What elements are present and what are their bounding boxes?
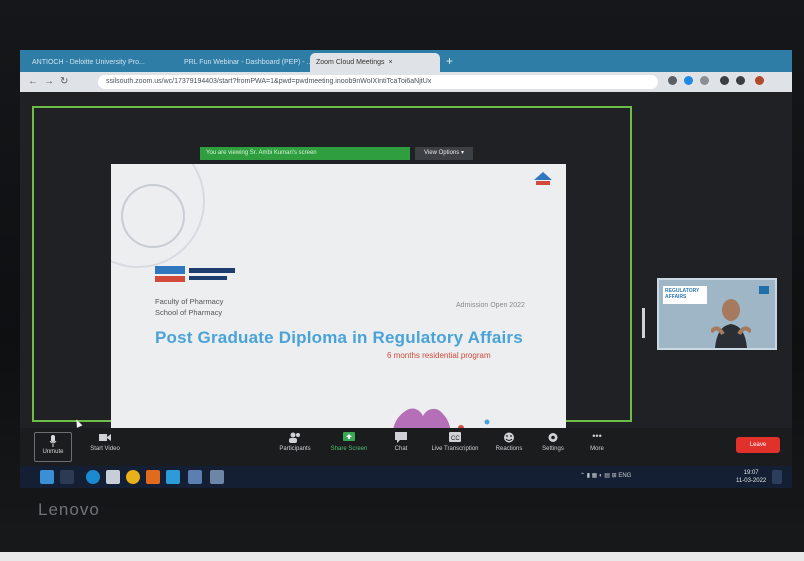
unmute-label: Unmute (42, 449, 64, 455)
faculty-name: Faculty of Pharmacy (155, 297, 224, 306)
zoom-meeting-area: You are viewing Sr. Ambi Kumari's screen… (20, 92, 792, 472)
tab-label: Zoom Cloud Meetings (316, 59, 385, 66)
participant-video[interactable]: REGULATORY AFFAIRS (657, 278, 777, 350)
browser-toolbar: ← → ↻ ssilsouth.zoom.us/wc/17379194403/s… (20, 72, 792, 92)
clock-date: 11-03-2022 (736, 478, 767, 484)
browser-tab-1[interactable]: ANTIOCH - Deloitte University Pro... (26, 53, 176, 72)
laptop-screen: ANTIOCH - Deloitte University Pro... PRL… (20, 50, 792, 488)
system-tray[interactable]: ⌃ ▮ ▦ ◐ ▤ ⊞ ENG (580, 472, 631, 479)
reactions-icon (504, 432, 514, 443)
live-transcription-button[interactable]: CC Live Transcription (430, 432, 480, 452)
chat-button[interactable]: Chat (376, 432, 426, 452)
mail-icon[interactable] (106, 470, 120, 484)
leave-label: Leave (749, 442, 767, 448)
participants-label: Participants (279, 446, 311, 452)
start-video-button[interactable]: Start Video (80, 432, 130, 452)
app-icon[interactable] (166, 470, 180, 484)
clock-time: 19:07 (743, 470, 759, 476)
school-name: School of Pharmacy (155, 308, 223, 317)
panel-divider[interactable] (642, 308, 645, 338)
chrome-icon[interactable] (126, 470, 140, 484)
zoom-app-icon[interactable] (188, 470, 202, 484)
more-icon: ••• (592, 431, 602, 441)
participants-icon (289, 432, 300, 443)
browser-tab-strip: ANTIOCH - Deloitte University Pro... PRL… (20, 50, 792, 72)
extension-icon[interactable] (684, 76, 693, 85)
view-options-button[interactable]: View Options ▾ (415, 147, 473, 160)
admission-text: Admission Open 2022 (456, 302, 525, 309)
shared-slide: Faculty of Pharmacy School of Pharmacy A… (111, 164, 566, 472)
extension-icon[interactable] (700, 76, 709, 85)
search-icon[interactable] (60, 470, 74, 484)
windows-taskbar: ⌃ ▮ ▦ ◐ ▤ ⊞ ENG 19:07 11-03-2022 (20, 466, 792, 488)
sharing-banner: You are viewing Sr. Ambi Kumari's screen (200, 147, 410, 160)
logo-mark-icon (155, 266, 235, 282)
url-text: ssilsouth.zoom.us/wc/17379194403/start?f… (106, 78, 432, 85)
slide-logo (155, 264, 237, 286)
laptop-brand-logo: Lenovo (38, 500, 100, 519)
close-icon[interactable]: × (388, 59, 392, 66)
tab-label: ANTIOCH - Deloitte University Pro... (32, 59, 145, 66)
edge-icon[interactable] (86, 470, 100, 484)
leave-button[interactable]: Leave (736, 437, 780, 453)
slide-title: Post Graduate Diploma in Regulatory Affa… (155, 328, 523, 347)
settings-button[interactable]: Settings (528, 432, 578, 452)
browser-tab-2[interactable]: PRL Fun Webinar - Dashboard (PEP) - ... (178, 53, 328, 72)
tab-label: PRL Fun Webinar - Dashboard (PEP) - ... (184, 59, 313, 66)
back-icon[interactable]: ← (28, 76, 38, 87)
bookmark-icon[interactable] (668, 76, 677, 85)
settings-label: Settings (542, 446, 564, 452)
share-screen-button[interactable]: Share Screen (324, 432, 374, 452)
view-options-label: View Options (424, 150, 460, 156)
gear-icon (548, 433, 558, 442)
avatar[interactable] (755, 76, 764, 85)
svg-text:CC: CC (451, 436, 460, 442)
reactions-label: Reactions (495, 446, 523, 452)
zoom-controls-bar: Unmute Start Video Participants Share Sc… (20, 428, 792, 466)
reload-icon[interactable]: ↻ (60, 76, 68, 87)
live-transcription-label: Live Transcription (431, 446, 479, 452)
more-button[interactable]: ••• More (572, 431, 622, 453)
cc-icon: CC (449, 432, 461, 442)
photo-bottom-strip (0, 552, 804, 561)
address-bar[interactable]: ssilsouth.zoom.us/wc/17379194403/start?f… (98, 75, 658, 89)
share-screen-label: Share Screen (330, 446, 368, 452)
slide-subtitle: 6 months residential program (387, 351, 491, 360)
chat-icon (395, 432, 407, 443)
browser-tab-zoom[interactable]: Zoom Cloud Meetings × (310, 53, 440, 72)
decorative-arc (121, 184, 185, 248)
camera-icon (99, 434, 111, 441)
app-icon[interactable] (210, 470, 224, 484)
university-logo-icon (534, 172, 552, 185)
more-label: More (590, 446, 604, 452)
new-tab-icon[interactable]: + (446, 54, 453, 68)
start-menu-icon[interactable] (40, 470, 54, 484)
start-video-label: Start Video (90, 446, 120, 452)
taskbar-clock[interactable]: 19:07 11-03-2022 (736, 469, 766, 485)
forward-icon[interactable]: → (44, 76, 54, 87)
tile-logo-icon (759, 286, 769, 294)
microphone-icon (49, 435, 57, 447)
participant-banner: REGULATORY AFFAIRS (663, 286, 707, 304)
menu-icon[interactable] (736, 76, 745, 85)
participants-button[interactable]: Participants (270, 432, 320, 452)
faculty-text: Faculty of Pharmacy School of Pharmacy (155, 296, 223, 318)
unmute-button[interactable]: Unmute (34, 432, 72, 462)
participant-person (711, 299, 751, 348)
app-icon[interactable] (146, 470, 160, 484)
reactions-button[interactable]: Reactions (484, 432, 534, 452)
puzzle-icon[interactable] (720, 76, 729, 85)
chat-label: Chat (394, 446, 408, 452)
notification-icon[interactable] (772, 470, 782, 484)
share-screen-icon (343, 432, 355, 441)
